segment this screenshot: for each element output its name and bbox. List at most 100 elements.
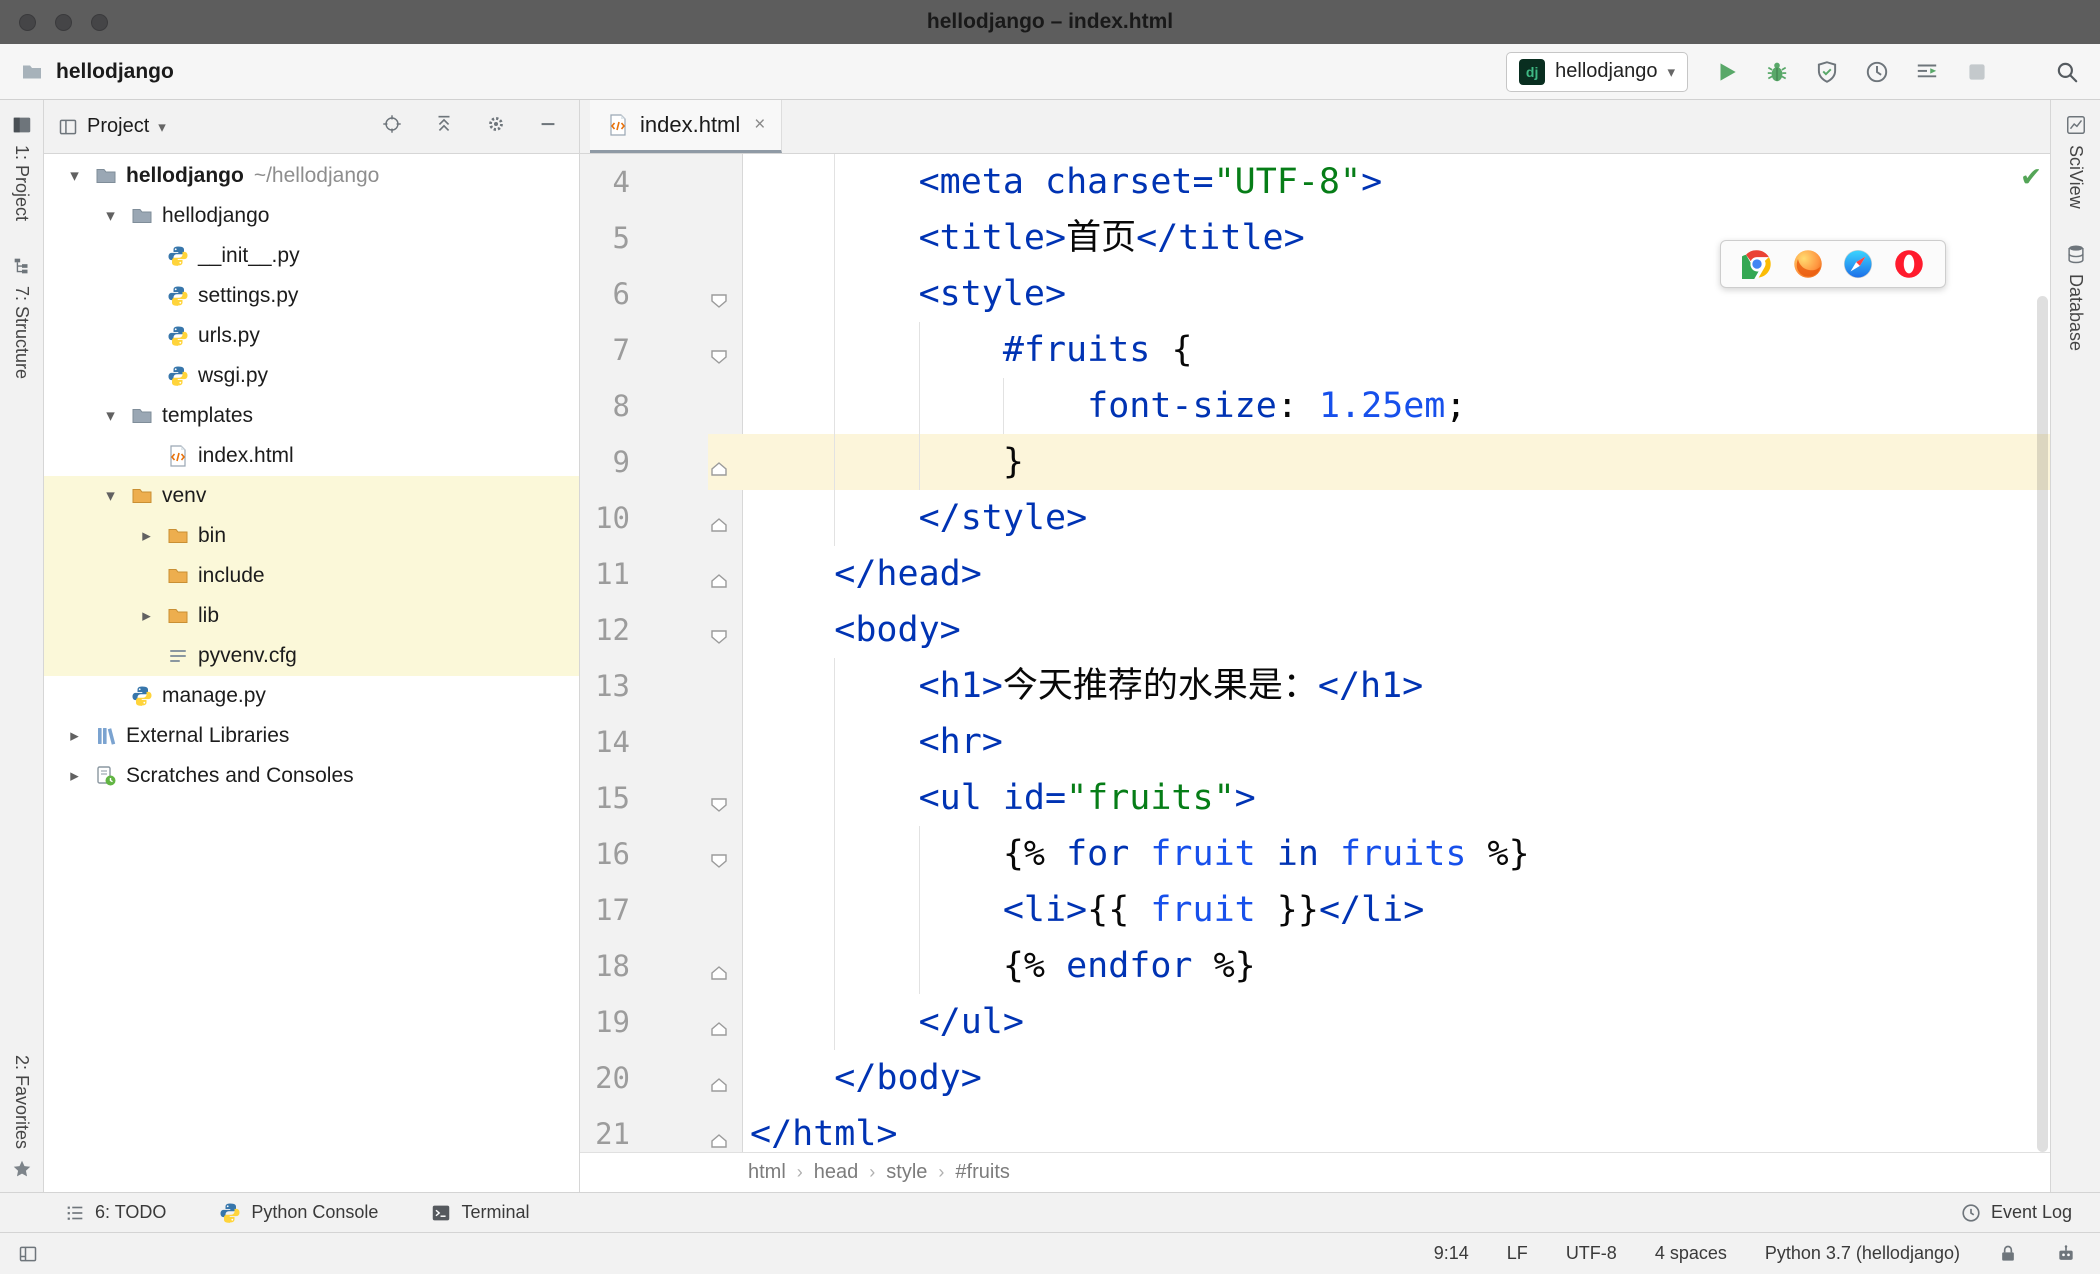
tree-item-hellodjango[interactable]: ▾ hellodjango — [44, 196, 579, 236]
code-line[interactable]: 11 </head> — [580, 546, 2050, 602]
code-line[interactable]: 8 font-size: 1.25em; — [580, 378, 2050, 434]
collapse-arrow-icon[interactable]: ▸ — [130, 526, 163, 546]
editor-tab-index-html[interactable]: index.html × — [590, 100, 783, 153]
fold-marker-icon[interactable] — [707, 450, 731, 476]
code-line[interactable]: 16 {% for fruit in fruits %} — [580, 826, 2050, 882]
code-line[interactable]: 18 {% endfor %} — [580, 938, 2050, 994]
locate-button[interactable] — [381, 113, 403, 140]
stop-button[interactable] — [1964, 59, 1990, 85]
fold-marker-icon[interactable] — [707, 842, 731, 868]
file-encoding-indicator[interactable]: UTF-8 — [1566, 1243, 1617, 1264]
tree-item-pyvenv-cfg[interactable]: pyvenv.cfg — [44, 636, 579, 676]
expand-arrow-icon[interactable]: ▾ — [94, 206, 127, 226]
expand-arrow-icon[interactable]: ▾ — [58, 166, 91, 186]
close-tab-icon[interactable]: × — [754, 114, 765, 136]
tree-item-venv[interactable]: ▾ venv — [44, 476, 579, 516]
fold-marker-icon[interactable] — [707, 954, 731, 980]
indent-style-indicator[interactable]: 4 spaces — [1655, 1243, 1727, 1264]
tree-item-bin[interactable]: ▸ bin — [44, 516, 579, 556]
debug-button[interactable] — [1764, 59, 1790, 85]
code-line[interactable]: 21 </html> — [580, 1106, 2050, 1152]
fold-marker-icon[interactable] — [707, 618, 731, 644]
editor-scrollbar[interactable] — [2037, 296, 2048, 1152]
collapse-arrow-icon[interactable]: ▸ — [58, 766, 91, 786]
code-line[interactable]: 4 <meta charset="UTF-8"> — [580, 154, 2050, 210]
tree-item-wsgi-py[interactable]: wsgi.py — [44, 356, 579, 396]
6-todo-button[interactable]: 6: TODO — [64, 1202, 166, 1224]
inspection-ok-icon[interactable]: ✔ — [2022, 158, 2040, 193]
line-separator-indicator[interactable]: LF — [1507, 1243, 1528, 1264]
tree-item-index-html[interactable]: index.html — [44, 436, 579, 476]
zoom-window-button[interactable] — [91, 13, 108, 31]
tree-item-manage-py[interactable]: manage.py — [44, 676, 579, 716]
toolwindow-toggle-button[interactable] — [18, 1244, 38, 1264]
code-line[interactable]: 15 <ul id="fruits"> — [580, 770, 2050, 826]
caret-position[interactable]: 9:14 — [1434, 1243, 1469, 1264]
search-everywhere-button[interactable] — [2054, 59, 2080, 85]
fold-marker-icon[interactable] — [707, 1066, 731, 1092]
fold-marker-icon[interactable] — [707, 506, 731, 532]
close-window-button[interactable] — [19, 13, 36, 31]
breadcrumb-item-head[interactable]: head — [812, 1161, 861, 1184]
tree-item-include[interactable]: include — [44, 556, 579, 596]
fold-marker-icon[interactable] — [707, 1122, 731, 1148]
hide-button[interactable] — [537, 113, 559, 140]
code-editor[interactable]: 4 <meta charset="UTF-8"> 5 <title>首页</title… — [580, 154, 2050, 1152]
run-config-selector[interactable]: dj hellodjango ▾ — [1506, 51, 1688, 92]
firefox-icon[interactable] — [1793, 249, 1823, 279]
code-line[interactable]: 14 <hr> — [580, 714, 2050, 770]
fold-marker-icon[interactable] — [707, 1010, 731, 1036]
tree-item-templates[interactable]: ▾ templates — [44, 396, 579, 436]
fold-marker-icon[interactable] — [707, 338, 731, 364]
tree-item-hellodjango[interactable]: ▾ hellodjango ~/hellodjango — [44, 156, 579, 196]
chevron-down-icon[interactable]: ▾ — [158, 118, 166, 136]
tree-item-external-libraries[interactable]: ▸ External Libraries — [44, 716, 579, 756]
tree-item-urls-py[interactable]: urls.py — [44, 316, 579, 356]
fold-marker-icon[interactable] — [707, 562, 731, 588]
collapse-arrow-icon[interactable]: ▸ — [58, 726, 91, 746]
tool-window-tab-database[interactable]: Database — [2065, 243, 2087, 351]
minimize-window-button[interactable] — [55, 13, 72, 31]
expand-arrow-icon[interactable]: ▾ — [94, 406, 127, 426]
collapse-all-button[interactable] — [433, 113, 455, 140]
concurrency-diagram-button[interactable] — [1914, 59, 1940, 85]
tree-item-init-py[interactable]: __init__.py — [44, 236, 579, 276]
tool-window-tab-7-structure[interactable]: 7: Structure — [11, 255, 33, 379]
terminal-button[interactable]: Terminal — [430, 1202, 529, 1224]
chrome-icon[interactable] — [1741, 249, 1772, 279]
collapse-arrow-icon[interactable]: ▸ — [130, 606, 163, 626]
breadcrumb-item-style[interactable]: style — [884, 1161, 929, 1184]
breadcrumb-item-html[interactable]: html — [746, 1161, 788, 1184]
event-log-button[interactable]: Event Log — [1960, 1202, 2072, 1224]
fold-marker-icon[interactable] — [707, 282, 731, 308]
tree-item-settings-py[interactable]: settings.py — [44, 276, 579, 316]
code-line[interactable]: 13 <h1>今天推荐的水果是：</h1> — [580, 658, 2050, 714]
code-line[interactable]: 10 </style> — [580, 490, 2050, 546]
run-button[interactable] — [1714, 59, 1740, 85]
expand-arrow-icon[interactable]: ▾ — [94, 486, 127, 506]
code-line[interactable]: 20 </body> — [580, 1050, 2050, 1106]
tree-item-scratches-and-consoles[interactable]: ▸ Scratches and Consoles — [44, 756, 579, 796]
code-line[interactable]: 17 <li>{{ fruit }}</li> — [580, 882, 2050, 938]
code-line[interactable]: 12 <body> — [580, 602, 2050, 658]
safari-icon[interactable] — [1843, 249, 1873, 279]
code-line[interactable]: 19 </ul> — [580, 994, 2050, 1050]
project-panel-title[interactable]: Project — [87, 115, 149, 138]
settings-button[interactable] — [485, 113, 507, 140]
run-with-coverage-button[interactable] — [1814, 59, 1840, 85]
opera-icon[interactable] — [1894, 249, 1924, 279]
tree-item-lib[interactable]: ▸ lib — [44, 596, 579, 636]
python-console-button[interactable]: Python Console — [218, 1201, 378, 1225]
lock-icon[interactable] — [1998, 1244, 2018, 1264]
hector-icon[interactable] — [2056, 1244, 2076, 1264]
tool-window-tab-1-project[interactable]: 1: Project — [11, 114, 33, 221]
code-line[interactable]: 9} — [580, 434, 2050, 490]
fold-marker-icon[interactable] — [707, 786, 731, 812]
toolbar-project-name[interactable]: hellodjango — [56, 60, 174, 84]
code-line[interactable]: 7 #fruits { — [580, 322, 2050, 378]
breadcrumb-item-fruits[interactable]: #fruits — [953, 1161, 1011, 1184]
python-interpreter-indicator[interactable]: Python 3.7 (hellodjango) — [1765, 1243, 1960, 1264]
tool-window-tab-2-favorites[interactable]: 2: Favorites — [11, 1055, 33, 1180]
profile-button[interactable] — [1864, 59, 1890, 85]
tool-window-tab-sciview[interactable]: SciView — [2065, 114, 2087, 209]
